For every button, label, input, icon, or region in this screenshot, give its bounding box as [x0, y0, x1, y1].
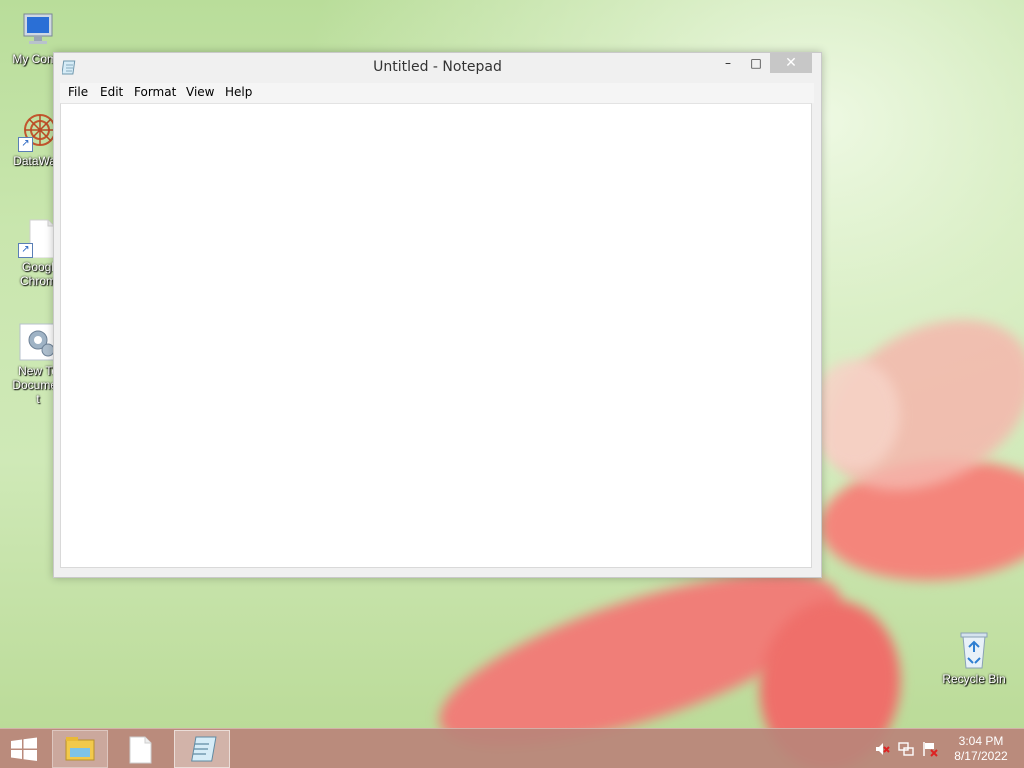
- menu-edit[interactable]: Edit: [98, 85, 125, 99]
- file-explorer-icon: [65, 737, 95, 761]
- volume-muted-icon[interactable]: [874, 741, 890, 757]
- maximize-button[interactable]: □: [742, 53, 770, 73]
- text-editor-area[interactable]: [60, 103, 812, 568]
- menu-view[interactable]: View: [184, 85, 216, 99]
- menu-format[interactable]: Format: [132, 85, 178, 99]
- menu-help[interactable]: Help: [223, 85, 254, 99]
- taskbar-file-button[interactable]: [113, 730, 169, 768]
- title-bar[interactable]: Untitled - Notepad – □ ✕: [54, 53, 821, 83]
- menu-bar: File Edit Format View Help: [60, 83, 814, 103]
- computer-icon: [18, 10, 58, 50]
- taskbar: 3:04 PM 8/17/2022: [0, 728, 1024, 768]
- system-clock[interactable]: 3:04 PM 8/17/2022: [946, 734, 1016, 764]
- wallpaper-petal: [810, 360, 900, 470]
- close-button[interactable]: ✕: [770, 53, 812, 73]
- shortcut-arrow-icon: ↗: [18, 243, 33, 258]
- clock-time: 3:04 PM: [958, 734, 1004, 748]
- text-document-icon: [18, 322, 58, 362]
- shortcut-arrow-icon: ↗: [18, 137, 33, 152]
- network-icon[interactable]: [898, 741, 914, 757]
- notepad-window[interactable]: Untitled - Notepad – □ ✕ File Edit Forma…: [53, 52, 822, 578]
- clock-date: 8/17/2022: [954, 749, 1008, 763]
- action-center-flag-icon[interactable]: [922, 741, 938, 757]
- minimize-button[interactable]: –: [714, 53, 742, 73]
- chrome-shortcut-icon: ↗: [18, 218, 58, 259]
- desktop-icon-recycle-bin[interactable]: Recycle Bin: [936, 630, 1012, 686]
- datawag-icon: ↗: [18, 112, 58, 152]
- windows-logo-icon: [11, 737, 37, 761]
- recycle-bin-icon: [954, 630, 994, 670]
- taskbar-notepad-button[interactable]: [174, 730, 230, 768]
- window-title: Untitled - Notepad: [373, 59, 502, 75]
- desktop-icon-label: Recycle Bin: [942, 672, 1006, 686]
- taskbar-file-explorer-button[interactable]: [52, 730, 108, 768]
- menu-file[interactable]: File: [66, 85, 90, 99]
- start-button[interactable]: [0, 729, 48, 768]
- blank-file-icon: [129, 736, 152, 764]
- desktop: My Comp ↗ DataWag ↗ Googl Chrom New Te D…: [0, 0, 1024, 768]
- notepad-icon: [191, 736, 217, 762]
